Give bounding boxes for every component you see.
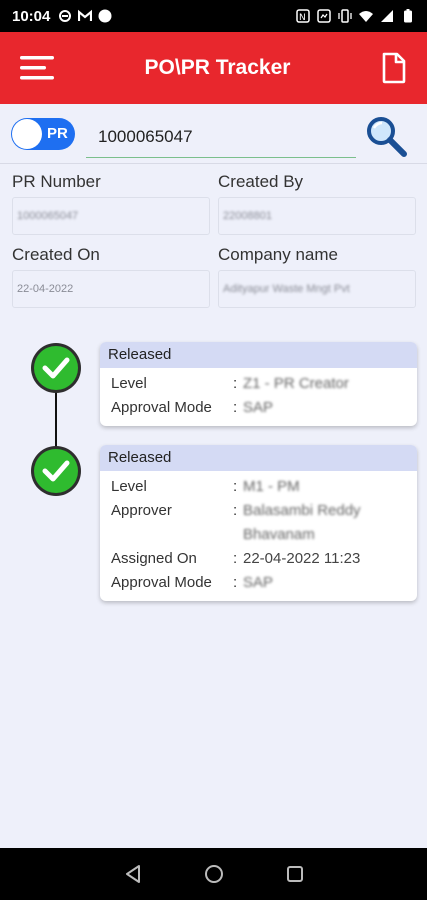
dot-icon <box>98 9 112 23</box>
pr-number-field: 1000065047 <box>12 197 210 235</box>
row-value: SAP <box>243 399 274 416</box>
row-key: Approver <box>111 502 172 519</box>
menu-icon[interactable] <box>20 55 54 81</box>
row-separator: : <box>233 399 238 416</box>
gmail-icon <box>78 9 93 21</box>
approval-card: Released Level : Z1 - PR Creator Approva… <box>100 342 417 426</box>
po-pr-toggle[interactable]: PR <box>11 118 75 150</box>
battery-icon <box>404 9 412 23</box>
pr-number-label: PR Number <box>12 172 101 191</box>
card-row: Level : M1 - PM <box>111 475 417 499</box>
row-separator: : <box>233 502 238 519</box>
created-on-field: 22-04-2022 <box>12 270 210 308</box>
row-value: Balasambi Reddy Bhavanam <box>243 502 361 543</box>
toggle-label: PR <box>47 125 68 142</box>
row-separator: : <box>233 574 238 591</box>
row-value: Z1 - PR Creator <box>243 375 349 392</box>
pr-number-input[interactable] <box>86 116 356 158</box>
row-separator: : <box>233 375 238 392</box>
created-by-value: 22008801 <box>223 210 272 222</box>
row-value: 22-04-2022 11:23 <box>243 550 361 567</box>
back-icon[interactable] <box>124 864 142 884</box>
card-row: Approval Mode : SAP <box>111 396 417 420</box>
card-status: Released <box>100 342 417 368</box>
card-row: Assigned On : 22-04-2022 11:23 <box>111 547 417 571</box>
status-time: 10:04 <box>12 7 51 25</box>
approval-card: Released Level : M1 - PM Approver : Bala… <box>100 445 417 601</box>
status-bar: 10:04 N <box>0 0 427 32</box>
row-value: M1 - PM <box>243 478 300 495</box>
svg-text:N: N <box>299 13 306 23</box>
vibrate-icon <box>338 9 352 23</box>
card-status: Released <box>100 445 417 471</box>
company-name-value: Adityapur Waste Mngt Pvt <box>223 283 350 295</box>
home-icon[interactable] <box>204 864 224 884</box>
check-icon <box>31 446 81 496</box>
created-by-field: 22008801 <box>218 197 416 235</box>
check-icon <box>31 343 81 393</box>
row-key: Level <box>111 375 147 392</box>
screenshot-icon <box>317 9 331 23</box>
signal-icon <box>381 10 393 22</box>
created-on-label: Created On <box>12 245 100 264</box>
search-row: PR <box>0 104 427 164</box>
app-bar: PO\PR Tracker <box>0 32 427 104</box>
created-on-value: 22-04-2022 <box>17 283 74 295</box>
divider <box>0 163 427 164</box>
card-row: Approver : Balasambi Reddy Bhavanam <box>111 499 417 547</box>
row-key: Assigned On <box>111 550 197 567</box>
row-separator: : <box>233 550 238 567</box>
row-key: Approval Mode <box>111 574 212 591</box>
wifi-icon <box>359 11 373 22</box>
document-icon[interactable] <box>381 52 407 84</box>
toggle-knob <box>12 119 42 149</box>
row-key: Approval Mode <box>111 399 212 416</box>
timeline-connector <box>55 392 57 450</box>
row-value: SAP <box>243 574 274 591</box>
company-name-field: Adityapur Waste Mngt Pvt <box>218 270 416 308</box>
company-name-label: Company name <box>218 245 339 264</box>
nav-bar <box>0 848 427 900</box>
card-row: Level : Z1 - PR Creator <box>111 372 417 396</box>
notification-icon <box>59 10 72 22</box>
search-icon[interactable] <box>364 114 408 158</box>
card-row: Approval Mode : SAP <box>111 571 417 595</box>
row-separator: : <box>233 478 238 495</box>
created-by-label: Created By <box>218 172 304 191</box>
pr-number-value: 1000065047 <box>17 210 79 222</box>
recents-icon[interactable] <box>286 865 304 883</box>
page-title: PO\PR Tracker <box>144 56 291 79</box>
row-key: Level <box>111 478 147 495</box>
nfc-icon: N <box>296 9 310 23</box>
